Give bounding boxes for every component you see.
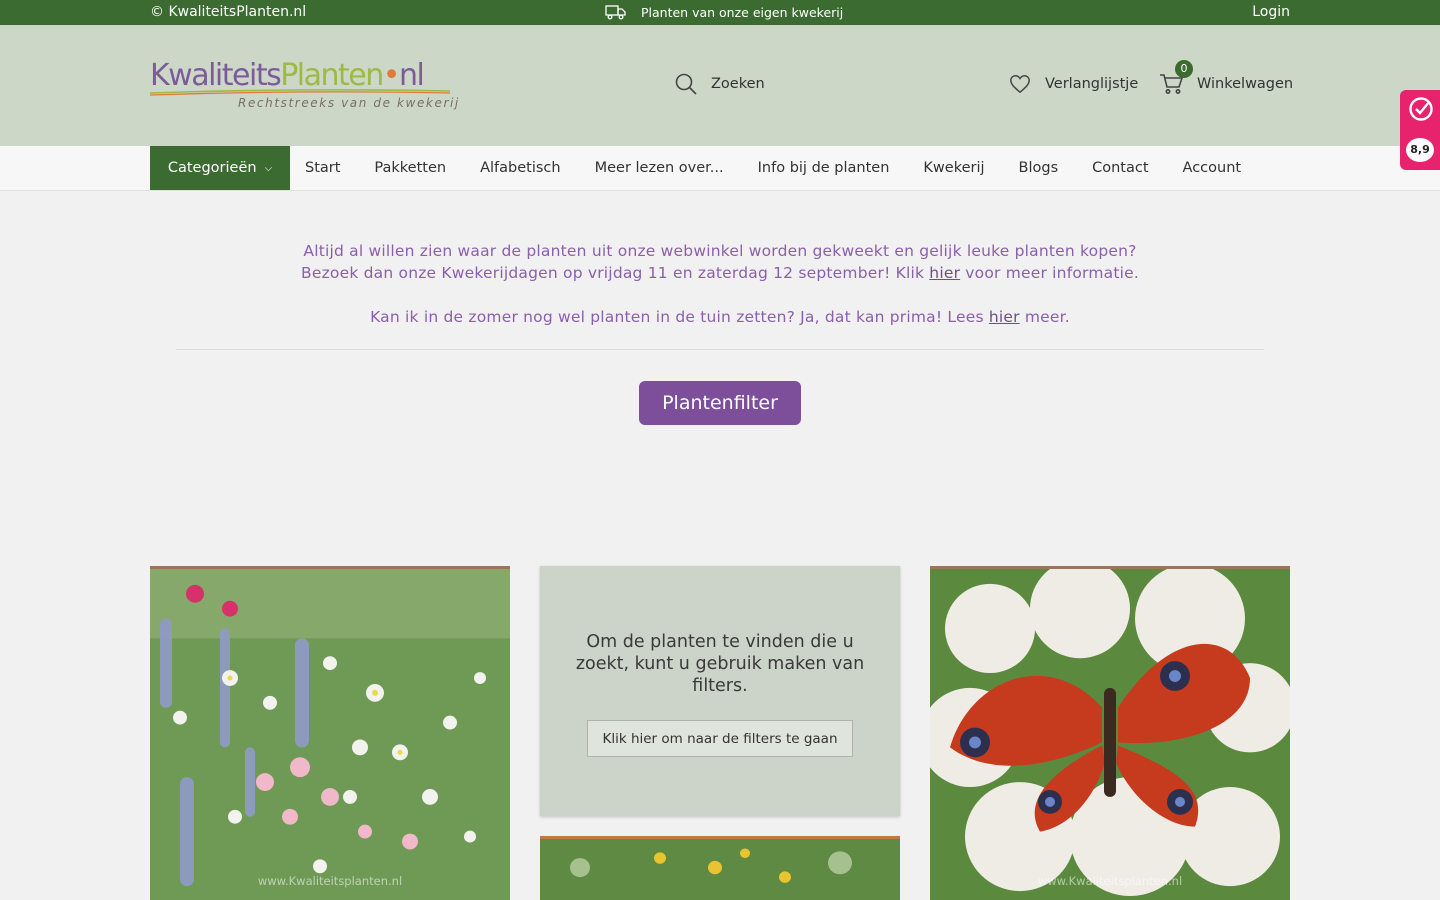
site-logo[interactable]: KwaliteitsPlanten•nl Rechtstreeks van de… [150,58,458,138]
flower-meadow-image[interactable]: www.Kwaliteitsplanten.nl [150,566,510,900]
nav-item-account[interactable]: Account [1166,160,1259,176]
kiyoh-check-icon [1409,97,1433,121]
butterfly-illustration [930,569,1290,900]
login-link[interactable]: Login [1252,4,1290,20]
cart-label: Winkelwagen [1197,76,1294,92]
announcement-spacer [176,284,1264,306]
nav-menu: Start Pakketten Alfabetisch Meer lezen o… [290,146,1258,190]
usp-text: Planten van onze eigen kwekerij [641,4,844,20]
logo-swoosh [150,89,450,96]
yellow-flowers-illustration [540,839,900,900]
truck-icon [605,5,626,20]
image-watermark: www.Kwaliteitsplanten.nl [257,874,403,888]
copyright-text: © KwaliteitsPlanten.nl [150,4,307,20]
nav-item-pakketten[interactable]: Pakketten [357,160,463,176]
chevron-down-icon: ⌵ [264,162,273,174]
nav-item-meer-lezen[interactable]: Meer lezen over... [578,160,741,176]
wishlist-link[interactable]: Verlanglijstje [1009,73,1138,95]
announcement-line2: Bezoek dan onze Kwekerijdagen op vrijdag… [176,262,1264,284]
main-nav: Categorieën ⌵ Start Pakketten Alfabetisc… [0,146,1440,191]
nav-item-blogs[interactable]: Blogs [1002,160,1076,176]
filter-info-text: Om de planten te vinden die u zoekt, kun… [575,632,865,696]
cart-link[interactable]: 0 Winkelwagen [1159,60,1294,95]
wishlist-label: Verlanglijstje [1045,76,1139,92]
plantenfilter-button[interactable]: Plantenfilter [639,381,801,425]
cart-count-badge: 0 [1175,60,1193,78]
search-icon [675,73,697,95]
search-label: Zoeken [711,76,765,92]
nav-item-kwekerij[interactable]: Kwekerij [906,160,1001,176]
review-score: 8,9 [1406,138,1434,162]
top-bar: © KwaliteitsPlanten.nl Planten van onze … [0,0,1440,25]
usp-banner: Planten van onze eigen kwekerij [605,4,843,20]
zomer-planten-link[interactable]: hier [989,308,1020,326]
image-watermark-2: www.Kwaliteitsplanten.nl [1037,874,1183,888]
logo-tagline: Rechtstreeks van de kwekerij [238,96,460,110]
nav-item-alfabetisch[interactable]: Alfabetisch [463,160,578,176]
announcement-line3: Kan ik in de zomer nog wel planten in de… [176,306,1264,328]
review-widget[interactable]: 8,9 [1400,90,1440,170]
site-header: KwaliteitsPlanten•nl Rechtstreeks van de… [0,25,1440,146]
announcement-line1: Altijd al willen zien waar de planten ui… [303,242,1137,260]
go-to-filters-button[interactable]: Klik hier om naar de filters te gaan [587,720,853,757]
announcement-line2-text: Bezoek dan onze Kwekerijdagen op vrijdag… [301,264,930,282]
categories-menu-button[interactable]: Categorieën ⌵ [150,146,290,190]
announcement: Altijd al willen zien waar de planten ui… [176,240,1264,328]
announcement-line3-end: meer. [1019,308,1070,326]
nav-item-start[interactable]: Start [290,160,357,176]
divider [176,349,1264,350]
flower-meadow-illustration [150,569,510,900]
yellow-flowers-image[interactable] [540,836,900,900]
nav-item-contact[interactable]: Contact [1075,160,1165,176]
categories-label: Categorieën [167,160,257,176]
butterfly-image[interactable]: www.Kwaliteitsplanten.nl [930,566,1290,900]
filter-info-card: Om de planten te vinden die u zoekt, kun… [540,566,900,816]
nav-item-info-planten[interactable]: Info bij de planten [741,160,907,176]
heart-icon [1010,75,1030,94]
announcement-line2-end: voor meer informatie. [960,264,1139,282]
announcement-line3-text: Kan ik in de zomer nog wel planten in de… [370,308,989,326]
kwekerijdagen-link[interactable]: hier [929,264,960,282]
search-trigger[interactable]: Zoeken [675,73,765,95]
